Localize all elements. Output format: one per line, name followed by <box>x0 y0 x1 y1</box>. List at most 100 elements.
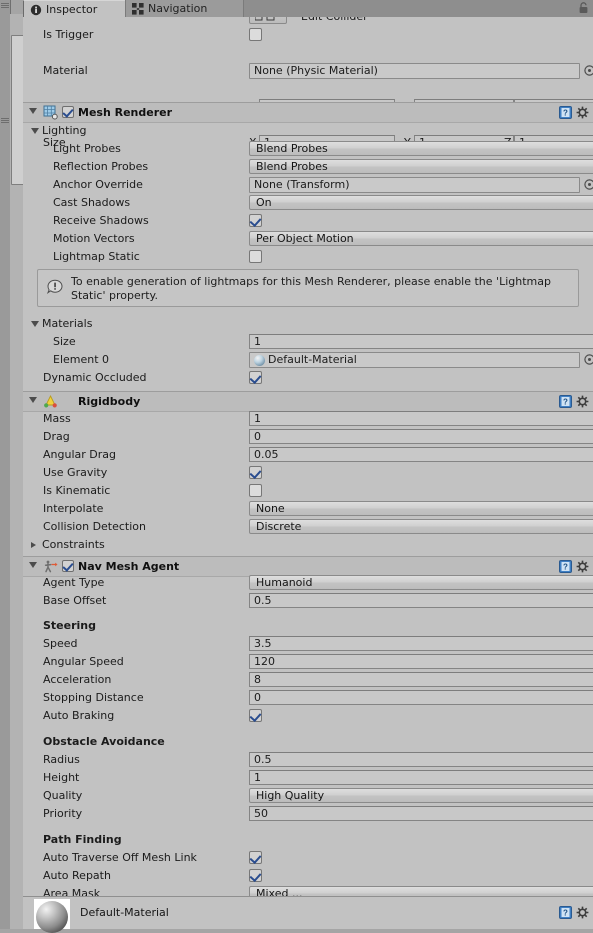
component-header-rigidbody[interactable]: Rigidbody ? <box>23 391 593 412</box>
row-agent-type: Agent Type Humanoid <box>23 574 593 592</box>
dynamic-occluded-checkbox[interactable] <box>249 371 262 384</box>
angular-drag-field[interactable]: 0.05 <box>249 447 593 462</box>
materials-size-field[interactable]: 1 <box>249 334 593 349</box>
auto-braking-checkbox[interactable] <box>249 709 262 722</box>
row-label: Collision Detection <box>43 520 147 533</box>
motion-vectors-dropdown[interactable]: Per Object Motion <box>249 231 593 246</box>
row-label: Auto Braking <box>43 709 115 722</box>
row-lightmap-static: Lightmap Static <box>23 248 593 266</box>
row-dynamic-occluded: Dynamic Occluded <box>23 369 593 387</box>
section-label: Constraints <box>42 538 105 551</box>
tab-navigation[interactable]: Navigation <box>125 0 244 17</box>
edit-collider-label: Edit Collider <box>301 17 368 23</box>
mesh-renderer-enabled-checkbox[interactable] <box>62 106 74 121</box>
inspector-scrollbar[interactable] <box>10 14 24 929</box>
nav-mesh-agent-enabled-checkbox[interactable] <box>62 560 74 575</box>
row-label: Agent Type <box>43 576 105 589</box>
row-label: Is Trigger <box>43 28 94 41</box>
collision-detection-dropdown[interactable]: Discrete <box>249 519 593 534</box>
acceleration-field[interactable]: 8 <box>249 672 593 687</box>
drag-field[interactable]: 0 <box>249 429 593 444</box>
anchor-override-field[interactable]: None (Transform) <box>249 177 580 193</box>
is-trigger-checkbox[interactable] <box>249 28 262 41</box>
tab-bar: Inspector Navigation <box>23 0 593 18</box>
component-header-mesh-renderer[interactable]: Mesh Renderer ? <box>23 102 593 123</box>
object-picker-icon[interactable] <box>583 64 593 77</box>
row-label: Cast Shadows <box>53 196 131 209</box>
receive-shadows-checkbox[interactable] <box>249 214 262 227</box>
lightmap-static-checkbox[interactable] <box>249 250 262 263</box>
gear-icon[interactable] <box>576 906 589 919</box>
quality-dropdown[interactable]: High Quality <box>249 788 593 803</box>
motion-vectors-value: Per Object Motion <box>256 232 354 245</box>
row-label: Dynamic Occluded <box>43 371 147 384</box>
foldout-icon[interactable] <box>29 108 37 114</box>
preview-header[interactable]: Default-Material ? <box>23 896 593 933</box>
row-anchor-override: Anchor Override None (Transform) <box>23 176 593 194</box>
section-lighting[interactable]: Lighting <box>23 122 593 140</box>
section-label: Steering <box>43 619 97 632</box>
row-receive-shadows: Receive Shadows <box>23 212 593 230</box>
angular-speed-field[interactable]: 120 <box>249 654 593 669</box>
row-label: Use Gravity <box>43 466 108 479</box>
is-kinematic-checkbox[interactable] <box>249 484 262 497</box>
edit-collider-button[interactable] <box>249 17 287 24</box>
tab-inspector[interactable]: Inspector <box>23 0 135 18</box>
row-label: Priority <box>43 807 83 820</box>
base-offset-field[interactable]: 0.5 <box>249 593 593 608</box>
mass-field[interactable]: 1 <box>249 411 593 426</box>
gear-icon[interactable] <box>576 560 589 573</box>
object-picker-icon[interactable] <box>583 178 593 191</box>
panel-grip-icon[interactable] <box>1 118 9 124</box>
auto-traverse-checkbox[interactable] <box>249 851 262 864</box>
section-constraints[interactable]: Constraints <box>23 536 593 554</box>
agent-type-value: Humanoid <box>256 576 313 589</box>
height-field[interactable]: 1 <box>249 770 593 785</box>
row-light-probes: Light Probes Blend Probes <box>23 140 593 158</box>
row-label: Anchor Override <box>53 178 143 191</box>
help-icon[interactable]: ? <box>559 906 572 919</box>
svg-text:?: ? <box>563 397 568 406</box>
material-element0-field[interactable]: Default-Material <box>249 352 580 368</box>
section-materials[interactable]: Materials <box>23 315 593 333</box>
agent-type-dropdown[interactable]: Humanoid <box>249 575 593 590</box>
row-is-kinematic: Is Kinematic <box>23 482 593 500</box>
row-label: Angular Speed <box>43 655 124 668</box>
svg-text:?: ? <box>563 562 568 571</box>
physic-material-field[interactable]: None (Physic Material) <box>249 63 580 79</box>
row-label: Mass <box>43 412 71 425</box>
help-icon[interactable]: ? <box>559 106 572 119</box>
gear-icon[interactable] <box>576 395 589 408</box>
help-icon[interactable]: ? <box>559 560 572 573</box>
object-picker-icon[interactable] <box>583 353 593 366</box>
foldout-icon[interactable] <box>31 542 36 548</box>
lock-icon[interactable] <box>578 2 589 14</box>
anchor-override-value: None (Transform) <box>254 178 350 191</box>
speed-field[interactable]: 3.5 <box>249 636 593 651</box>
foldout-icon[interactable] <box>31 321 39 327</box>
stopping-distance-field[interactable]: 0 <box>249 690 593 705</box>
auto-repath-checkbox[interactable] <box>249 869 262 882</box>
row-label: Material <box>43 64 88 77</box>
navigation-mesh-icon <box>132 2 144 15</box>
material-element0-value: Default-Material <box>268 353 357 366</box>
cast-shadows-dropdown[interactable]: On <box>249 195 593 210</box>
lightmap-info-box: To enable generation of lightmaps for th… <box>37 269 579 307</box>
section-path-finding: Path Finding <box>23 831 593 849</box>
reflection-probes-dropdown[interactable]: Blend Probes <box>249 159 593 174</box>
light-probes-dropdown[interactable]: Blend Probes <box>249 141 593 156</box>
priority-field[interactable]: 50 <box>249 806 593 821</box>
foldout-icon[interactable] <box>29 562 37 568</box>
row-label: Auto Repath <box>43 869 111 882</box>
radius-field[interactable]: 0.5 <box>249 752 593 767</box>
lightmap-info-text: To enable generation of lightmaps for th… <box>71 275 551 302</box>
unity-inspector-window: Inspector Navigation Is Trigger Material… <box>0 0 593 933</box>
svg-text:?: ? <box>563 908 568 917</box>
use-gravity-checkbox[interactable] <box>249 466 262 479</box>
interpolate-dropdown[interactable]: None <box>249 501 593 516</box>
foldout-icon[interactable] <box>31 128 39 134</box>
foldout-icon[interactable] <box>29 397 37 403</box>
help-icon[interactable]: ? <box>559 395 572 408</box>
panel-grip-icon[interactable] <box>1 3 9 9</box>
gear-icon[interactable] <box>576 106 589 119</box>
